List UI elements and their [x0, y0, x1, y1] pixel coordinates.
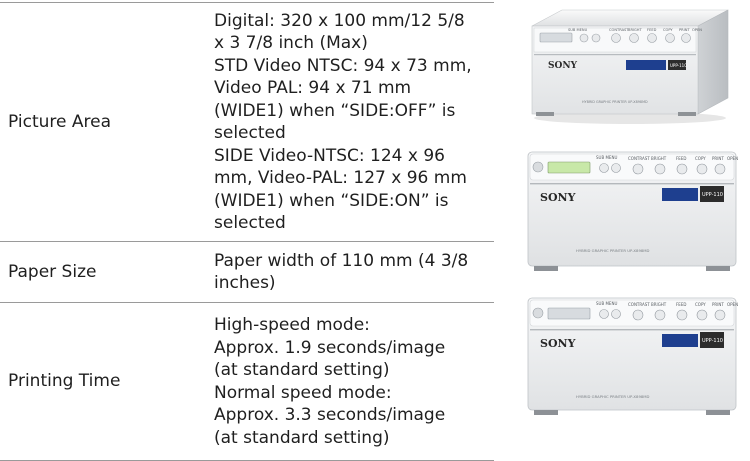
svg-text:BRIGHT: BRIGHT — [651, 156, 667, 161]
spec-value-line: STD Video NTSC: 94 x 73 mm, — [214, 55, 472, 76]
svg-text:UPP-110: UPP-110 — [702, 338, 723, 344]
svg-text:UPP-110: UPP-110 — [702, 192, 723, 198]
spec-label: Printing Time — [8, 371, 121, 392]
svg-text:HYBRID GRAPHIC PRINTER UP-X898: HYBRID GRAPHIC PRINTER UP-X898MD — [582, 100, 648, 104]
spec-value: Digital: 320 x 100 mm/12 5/8 x 3 7/8 inc… — [204, 3, 494, 242]
svg-text:FEED: FEED — [647, 28, 657, 32]
spec-value-line: Video PAL: 94 x 71 mm — [214, 78, 412, 98]
spec-label: Picture Area — [8, 111, 111, 132]
spec-row-paper-size: Paper Size Paper width of 110 mm (4 3/8 … — [0, 241, 494, 303]
svg-text:PRINT: PRINT — [679, 28, 690, 32]
svg-text:SONY: SONY — [540, 337, 576, 350]
printer-photo-angled: SUB MENU CONTRAST BRIGHT FEED COPY PRINT… — [522, 0, 738, 128]
spec-value-line: Approx. 3.3 seconds/image — [214, 405, 446, 425]
svg-text:OPEN: OPEN — [727, 302, 738, 307]
svg-text:COPY: COPY — [695, 156, 706, 161]
spec-value-line: selected — [214, 123, 286, 143]
svg-text:BRIGHT: BRIGHT — [651, 302, 667, 307]
svg-text:SUB MENU: SUB MENU — [596, 301, 617, 306]
spec-value-line: Paper width of 110 mm (4 3/8 — [214, 250, 469, 271]
svg-text:CONTRAST: CONTRAST — [628, 302, 650, 307]
spec-value-line: Normal speed mode: — [214, 382, 392, 403]
spec-value-line: Approx. 1.9 seconds/image — [214, 337, 446, 358]
svg-text:SONY: SONY — [540, 191, 576, 204]
spec-value: High-speed mode: Approx. 1.9 seconds/ima… — [204, 303, 494, 461]
svg-text:SUB MENU: SUB MENU — [596, 155, 617, 160]
spec-value-line: Digital: 320 x 100 mm/12 5/8 — [214, 10, 465, 31]
spec-label: Paper Size — [8, 261, 97, 282]
spec-value-line: mm, Video-PAL: 127 x 96 mm — [214, 168, 467, 188]
spec-value-line: High-speed mode: — [214, 315, 370, 335]
svg-text:COPY: COPY — [663, 28, 673, 32]
spec-value-line: (at standard setting) — [214, 427, 390, 448]
svg-text:FEED: FEED — [676, 156, 686, 161]
spec-row-printing-time: Printing Time High-speed mode: Approx. 1… — [0, 302, 494, 461]
spec-value: Paper width of 110 mm (4 3/8 inches) — [204, 242, 494, 303]
spec-value-line: (WIDE1) when “SIDE:ON” is — [214, 190, 449, 211]
svg-text:HYBRID GRAPHIC PRINTER UP-X898: HYBRID GRAPHIC PRINTER UP-X898MD — [576, 394, 650, 399]
svg-text:CONTRAST: CONTRAST — [628, 156, 650, 161]
printer-photo-front-green-display: SUB MENU CONTRAST BRIGHT FEED COPY PRINT… — [516, 140, 746, 276]
spec-value-line: x 3 7/8 inch (Max) — [214, 33, 368, 53]
spec-value-line: inches) — [214, 273, 276, 293]
svg-text:HYBRID GRAPHIC PRINTER UP-X898: HYBRID GRAPHIC PRINTER UP-X898MD — [576, 248, 650, 253]
svg-text:SUB MENU: SUB MENU — [568, 28, 588, 32]
svg-text:UPP-110: UPP-110 — [670, 63, 687, 68]
spec-value-line: (at standard setting) — [214, 360, 390, 380]
specifications-table: Picture Area Digital: 320 x 100 mm/12 5/… — [0, 2, 494, 461]
svg-text:OPEN: OPEN — [692, 28, 702, 32]
spec-value-line: SIDE Video-NTSC: 124 x 96 — [214, 145, 445, 166]
spec-value-line: (WIDE1) when “SIDE:OFF” is — [214, 100, 456, 121]
svg-text:COPY: COPY — [695, 302, 706, 307]
spec-value-line: selected — [214, 213, 286, 233]
svg-text:PRINT: PRINT — [712, 302, 724, 307]
svg-text:FEED: FEED — [676, 302, 686, 307]
svg-text:PRINT: PRINT — [712, 156, 724, 161]
printer-photo-front-gray-display: SUB MENU CONTRAST BRIGHT FEED COPY PRINT… — [516, 290, 746, 420]
svg-text:CONTRAST: CONTRAST — [609, 28, 629, 32]
svg-text:OPEN: OPEN — [727, 156, 738, 161]
svg-text:SONY: SONY — [548, 61, 578, 71]
spec-row-picture-area: Picture Area Digital: 320 x 100 mm/12 5/… — [0, 2, 494, 242]
svg-text:BRIGHT: BRIGHT — [628, 28, 643, 32]
